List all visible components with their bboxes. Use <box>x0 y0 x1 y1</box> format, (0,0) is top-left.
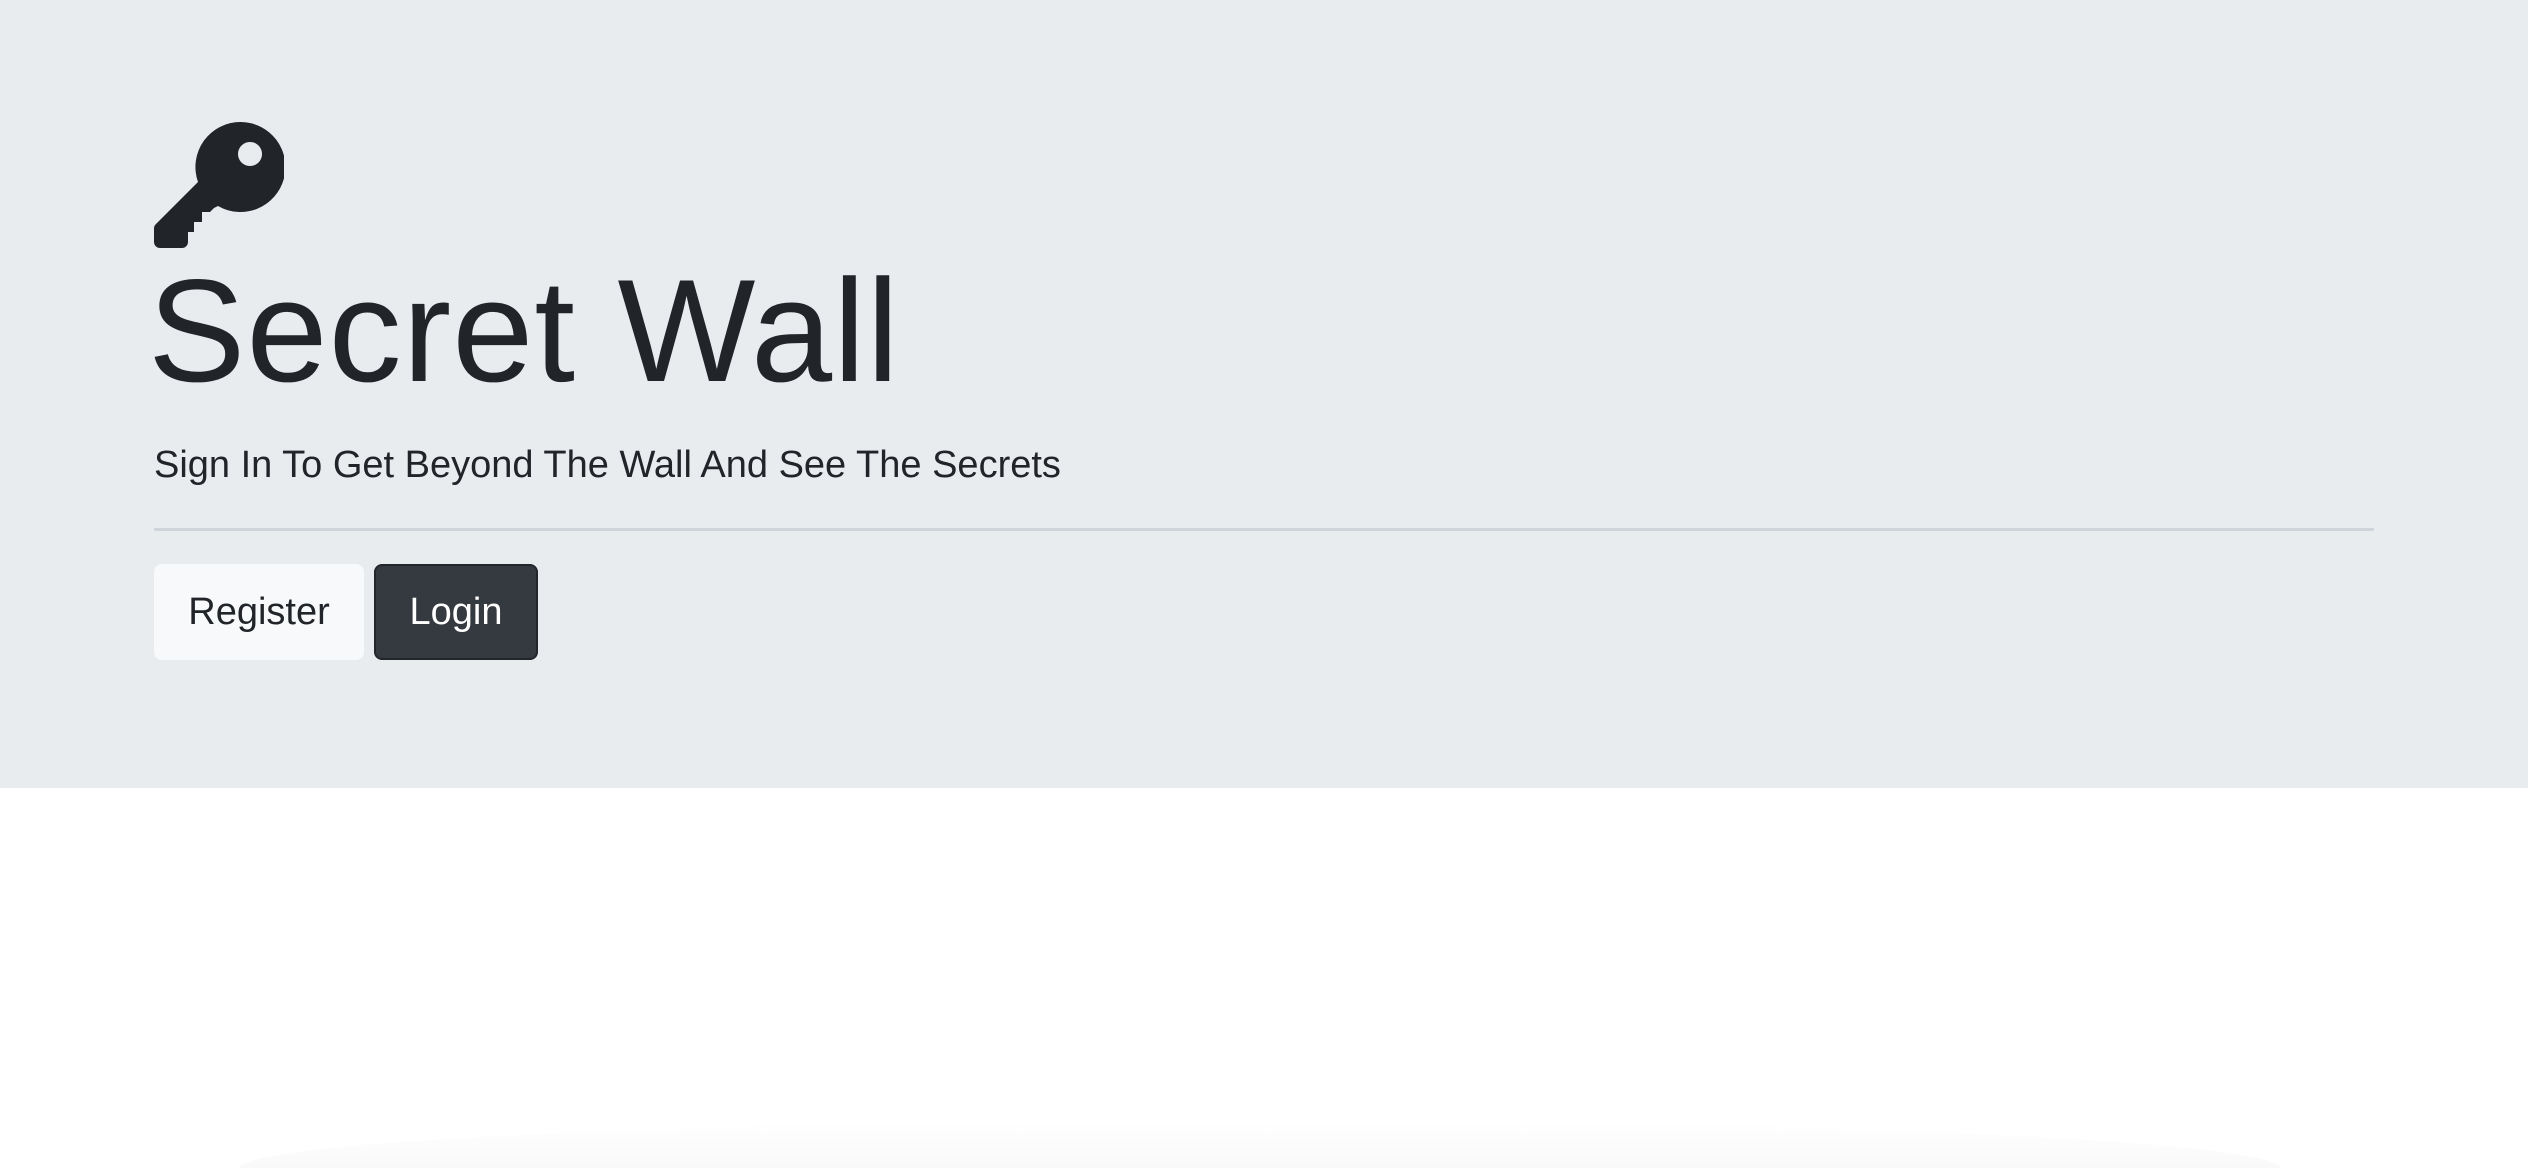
jumbotron-container: Secret Wall Sign In To Get Beyond The Wa… <box>148 118 2374 660</box>
login-button[interactable]: Login <box>374 564 538 660</box>
divider <box>154 528 2374 531</box>
register-button[interactable]: Register <box>154 564 364 660</box>
lead-text: Sign In To Get Beyond The Wall And See T… <box>154 444 1061 486</box>
key-icon <box>154 118 284 250</box>
jumbotron: Secret Wall Sign In To Get Beyond The Wa… <box>0 0 2528 788</box>
bottom-shadow <box>240 1120 2280 1168</box>
auth-buttons: Register Login <box>154 564 538 660</box>
page-title: Secret Wall <box>148 249 900 412</box>
